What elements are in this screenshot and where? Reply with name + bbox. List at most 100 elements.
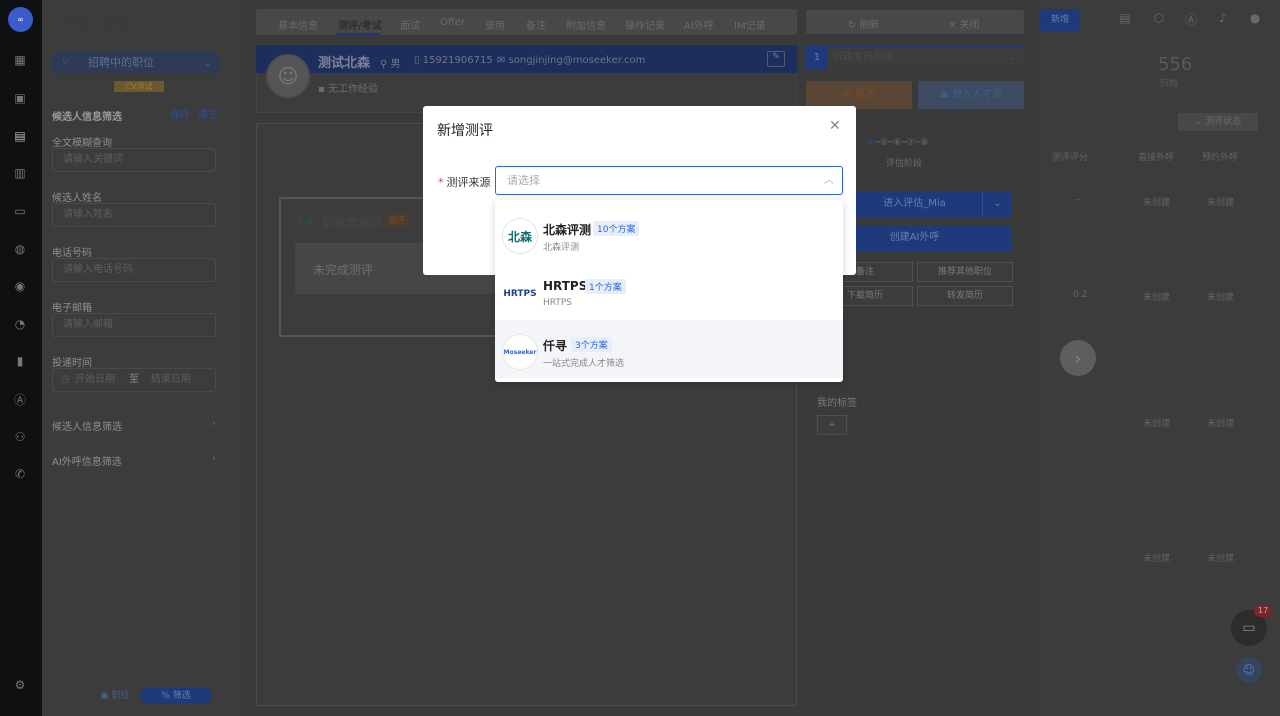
name-input[interactable]: 请输入姓名 <box>52 203 216 227</box>
exam-title: 职能类测试 <box>322 216 383 230</box>
date-to: 至 <box>129 374 139 385</box>
settings-icon[interactable]: ⚙ <box>11 676 29 694</box>
save-link[interactable]: 保存 <box>170 106 190 121</box>
col-score[interactable]: 测评评分 <box>1052 150 1088 163</box>
assistant-icon[interactable]: ☺ <box>1236 657 1262 683</box>
tab-ai-call[interactable]: AI外呼 <box>684 17 714 32</box>
moseeker-logo: Moseeker <box>502 334 538 370</box>
assessment-status-label: 测评状态 <box>1205 117 1242 127</box>
tab-im[interactable]: IM记录 <box>734 17 766 32</box>
clear-link[interactable]: 清空 <box>198 106 218 121</box>
candidates-icon[interactable]: ▤ <box>11 127 29 145</box>
option-name: HRTPS <box>543 279 588 293</box>
id-card-icon[interactable]: ▭ <box>11 202 29 220</box>
cube-icon[interactable]: ⬡ <box>1151 11 1167 27</box>
name-label: 候选人姓名 <box>52 193 102 204</box>
chevron-down-icon: ⌄ <box>202 56 212 69</box>
source-label: * 测评来源 <box>438 174 491 190</box>
forward-resume-button[interactable]: 转发简历 <box>917 286 1013 306</box>
tab-interview[interactable]: 面试 <box>400 17 420 32</box>
pie-chart-icon[interactable]: ◔ <box>11 315 29 333</box>
date-end: 结束日期 <box>151 374 191 385</box>
target-icon[interactable]: ◉ <box>11 277 29 295</box>
source-select[interactable]: 请选择 ︿ <box>495 166 843 195</box>
date-label: 投递时间 <box>52 358 92 369</box>
ai-icon[interactable]: Ⓐ <box>1183 11 1199 27</box>
step-current: ④ <box>866 138 875 148</box>
phone-input[interactable]: 请输入电话号码 <box>52 258 216 282</box>
email-info: ✉ songjinjing@moseeker.com <box>497 55 645 66</box>
tab-assessment[interactable]: 测评/考试 <box>338 17 382 32</box>
recommend-button[interactable]: 推荐其他职位 <box>917 262 1013 282</box>
chevron-up-icon: ︿ <box>824 175 834 186</box>
bottom-filter-button[interactable]: % 筛选 <box>140 688 212 704</box>
option-moseeker[interactable]: Moseeker 仟寻 3个方案 一站式完成人才筛选 <box>495 320 843 378</box>
option-beisen[interactable]: 北森 北森评测 10个方案 北森评测 <box>495 204 843 262</box>
fulltext-label: 全文模糊查询 <box>52 138 112 149</box>
tab-offer[interactable]: Offer <box>440 17 465 28</box>
briefcase-icon[interactable]: ▣ <box>11 89 29 107</box>
hrtps-logo: HRTPS <box>502 276 538 312</box>
bottom-filter-label: 筛选 <box>172 691 191 701</box>
close-label: 关闭 <box>959 20 980 31</box>
tab-extra[interactable]: 附加信息 <box>566 17 606 32</box>
stage-select[interactable]: 1 行政专员测试 ⌄ <box>806 46 1024 70</box>
ai-filter-section[interactable]: AI外呼信息筛选 › <box>52 453 216 468</box>
gender: 男 <box>390 59 401 70</box>
assessment-status-filter[interactable]: ⌄ 测评状态 <box>1178 113 1258 131</box>
app-logo[interactable]: ∞ <box>8 7 33 32</box>
chevron-down-icon: ⌄ <box>1008 52 1017 63</box>
next-candidate-arrow-icon[interactable]: › <box>1060 340 1096 376</box>
chevron-right-icon: › <box>212 453 216 464</box>
option-tag: 3个方案 <box>571 337 612 352</box>
required-mark: * <box>438 176 444 189</box>
talent-pool-button[interactable]: ⏏ 放入人才库 <box>918 81 1024 109</box>
add-tag-button[interactable]: + <box>817 415 847 435</box>
close-button[interactable]: ✕ 关闭 <box>948 16 980 31</box>
cv-tag: CV测试 <box>114 81 164 92</box>
tab-hire[interactable]: 录用 <box>485 17 505 32</box>
user-icon[interactable]: ● <box>1247 11 1263 27</box>
document-icon[interactable]: ▤ <box>1117 11 1133 27</box>
option-tag: 10个方案 <box>593 221 640 236</box>
phone-icon[interactable]: ✆ <box>11 465 29 483</box>
position-selector[interactable]: ⑂ 招聘中的职位 ⌄ <box>52 52 220 74</box>
talent-pool-label: 放入人才库 <box>952 89 1003 100</box>
edit-icon[interactable]: ✎ <box>767 51 785 67</box>
bell-icon[interactable]: ♪ <box>1215 11 1231 27</box>
stage-name: 行政专员测试 <box>833 52 893 63</box>
option-desc: 一站式完成人才筛选 <box>543 359 625 369</box>
tab-basic[interactable]: 基本信息 <box>278 17 318 32</box>
tab-logs[interactable]: 操作记录 <box>625 17 665 32</box>
candidate-filter-section[interactable]: 候选人信息筛选 › <box>52 418 216 433</box>
bar-chart-icon[interactable]: ▮ <box>11 352 29 370</box>
refresh-button[interactable]: ↻ 刷新 <box>848 16 880 31</box>
tab-notes[interactable]: 备注 <box>526 17 546 32</box>
users-icon[interactable]: ⚇ <box>11 428 29 446</box>
row-booking: 未创建 <box>1207 419 1235 429</box>
fulltext-input[interactable]: 请输入关键词 <box>52 148 216 172</box>
close-icon[interactable]: ✕ <box>829 118 841 134</box>
chevron-down-icon[interactable]: ⌄ <box>982 191 1012 217</box>
filter-sidebar: 候选人管理 ⑂ 招聘中的职位 ⌄ CV测试 候选人信息筛选 保存 清空 全文模糊… <box>42 0 242 716</box>
col-direct: 直接外呼 <box>1138 153 1175 163</box>
ai-icon[interactable]: Ⓐ <box>11 390 29 408</box>
chat-badge: 17 <box>1254 605 1273 617</box>
date-range-input[interactable]: ◷ 开始日期 至 结束日期 <box>52 368 216 392</box>
row-score: -- <box>1075 195 1082 205</box>
filter-title: 候选人信息筛选 <box>52 112 122 123</box>
experience: 无工作经验 <box>327 84 378 95</box>
option-hrtps[interactable]: HRTPS HRTPS 1个方案 HRTPS <box>495 262 843 320</box>
person-icon: ⚲ <box>380 59 388 70</box>
dashboard-icon[interactable]: ▦ <box>11 51 29 69</box>
row-direct: 未创建 <box>1143 554 1171 564</box>
new-button[interactable]: 新增 <box>1040 9 1080 31</box>
chat-icon[interactable]: ◍ <box>11 240 29 258</box>
reject-button[interactable]: ⊘ 淘汰 <box>806 81 912 109</box>
source-placeholder: 请选择 <box>507 174 540 187</box>
detail-tabs: 基本信息 测评/考试 面试 Offer 录用 备注 附加信息 操作记录 AI外呼… <box>256 9 797 35</box>
briefcase-icon: ▪ <box>318 84 325 95</box>
calendar-icon[interactable]: ▥ <box>11 164 29 182</box>
page-title: 候选人管理 <box>60 15 130 31</box>
email-input[interactable]: 请输入邮箱 <box>52 313 216 337</box>
